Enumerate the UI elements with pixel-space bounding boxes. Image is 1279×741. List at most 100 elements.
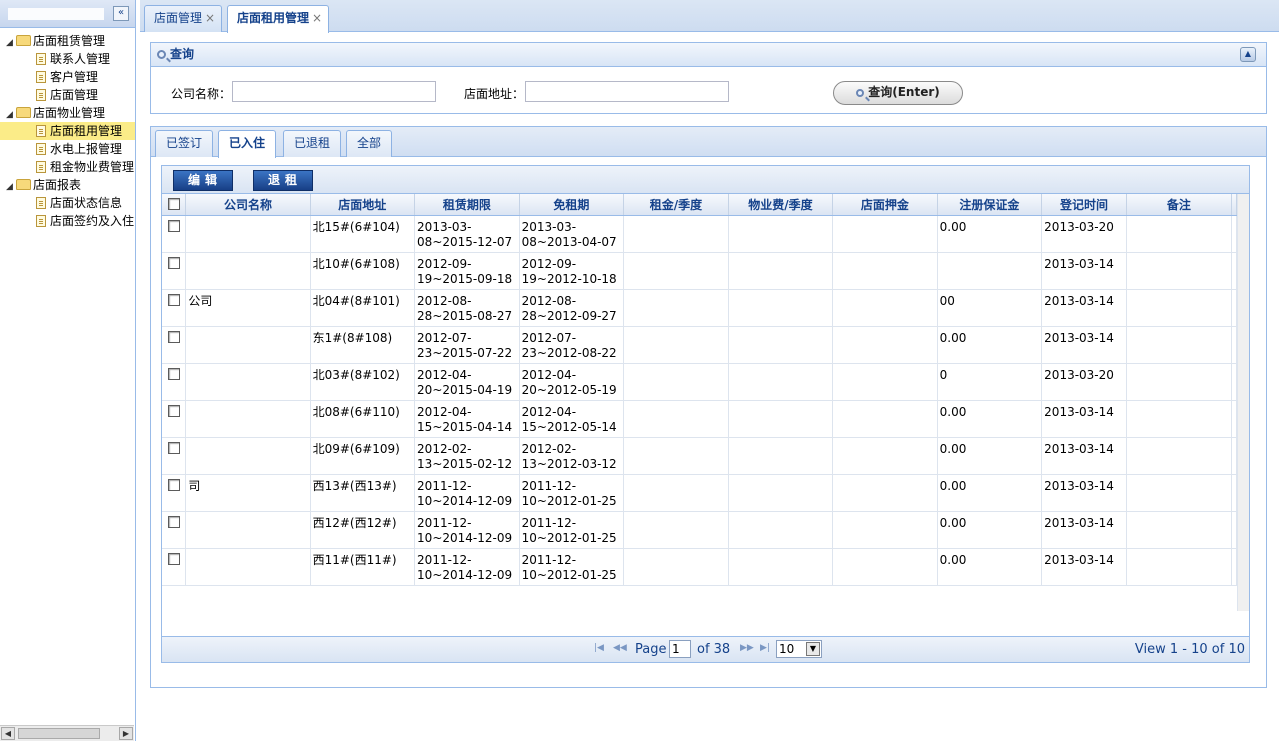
row-checkbox[interactable]: [167, 515, 180, 528]
column-header[interactable]: 备注: [1126, 194, 1233, 216]
collapse-sidebar-button[interactable]: «: [113, 6, 129, 21]
cell-note: [1126, 474, 1233, 512]
first-page-icon[interactable]: |◀: [594, 643, 604, 653]
tree-page-node[interactable]: 店面状态信息: [0, 194, 135, 212]
tab-signed[interactable]: 已签订: [155, 130, 214, 157]
tree-folder-node[interactable]: ◢ 店面报表: [0, 176, 135, 194]
tree-page-node[interactable]: 联系人管理: [0, 50, 135, 68]
column-header[interactable]: 注册保证金: [937, 194, 1043, 216]
company-name-input[interactable]: [232, 81, 436, 102]
row-checkbox[interactable]: [167, 367, 180, 380]
table-row[interactable]: 北10#(6#108) 2012-09-19~2015-09-18 2012-09-…: [162, 252, 1237, 290]
tab-terminated[interactable]: 已退租: [283, 130, 342, 157]
column-header[interactable]: 公司名称: [185, 194, 311, 216]
page-number-input[interactable]: 1: [669, 640, 691, 658]
cell-note: [1126, 400, 1233, 438]
query-title: 查询: [170, 47, 195, 61]
table-row[interactable]: 东1#(8#108) 2012-07-23~2015-07-22 2012-07-2…: [162, 326, 1237, 364]
tab-moved-in[interactable]: 已入住: [218, 130, 277, 158]
chevron-down-icon[interactable]: ▼: [806, 642, 820, 656]
table-row[interactable]: 司西13#(西13#) 2011-12-10~2014-12-09 2011-12-…: [162, 474, 1237, 512]
tab-store-rental-management[interactable]: 店面租用管理 ×: [227, 5, 330, 33]
edit-button[interactable]: 编辑: [173, 170, 233, 191]
cell-free: 2012-04-15~2012-05-14: [519, 400, 625, 438]
table-row[interactable]: 西12#(西12#) 2011-12-10~2014-12-09 2011-12-1…: [162, 511, 1237, 549]
tab-store-management[interactable]: 店面管理 ×: [144, 5, 223, 32]
column-header[interactable]: 免租期: [519, 194, 625, 216]
row-checkbox[interactable]: [167, 552, 180, 565]
tree-page-node[interactable]: 店面签约及入住: [0, 212, 135, 230]
page-label: Page: [635, 642, 667, 657]
nav-tree: ◢ 店面租赁管理 联系人管理 客户管理 店面管理 ◢ 店面物业管理 店面租用管理 水电上报管理租…: [0, 28, 135, 230]
row-select-cell: [162, 363, 187, 401]
row-select-cell: [162, 252, 187, 290]
close-icon[interactable]: ×: [205, 11, 215, 25]
collapse-panel-button[interactable]: ▲: [1240, 47, 1256, 62]
column-header[interactable]: 租金/季度: [623, 194, 729, 216]
cell-reg-deposit: 0.00: [937, 400, 1043, 438]
last-page-icon[interactable]: ▶|: [760, 643, 770, 653]
tab-all[interactable]: 全部: [346, 130, 393, 157]
query-button[interactable]: 查询(Enter): [833, 81, 963, 105]
cell-deposit: [832, 215, 938, 253]
cell-date: 2013-03-20: [1041, 215, 1127, 253]
tree-page-node[interactable]: 店面租用管理: [0, 122, 135, 140]
row-checkbox[interactable]: [167, 219, 180, 232]
column-header[interactable]: 店面押金: [832, 194, 938, 216]
cell-company: [185, 326, 311, 364]
table-row[interactable]: 西11#(西11#) 2011-12-10~2014-12-09 2011-12-1…: [162, 548, 1237, 586]
cell-rent: [623, 400, 729, 438]
cell-address: 西12#(西12#): [310, 511, 416, 549]
page-icon: [36, 71, 46, 83]
row-checkbox[interactable]: [167, 478, 180, 491]
page-size-select[interactable]: 10 ▼: [776, 640, 822, 658]
row-select-cell: [162, 215, 187, 253]
row-checkbox[interactable]: [167, 330, 180, 343]
table-row[interactable]: 公司 北04#(8#101) 2012-08-28~2015-08-27 2012-0…: [162, 289, 1237, 327]
cell-deposit: [832, 511, 938, 549]
cell-lease: 2012-07-23~2015-07-22: [414, 326, 520, 364]
grid-body: 公司名称 店面地址 租赁期限 免租期 租金/季度 物业费/季度 店面押金 注册保证金 登记时间备…: [162, 194, 1237, 586]
column-header[interactable]: 店面地址: [310, 194, 416, 216]
cell-property: [728, 363, 834, 401]
row-checkbox[interactable]: [167, 441, 180, 454]
select-all-checkbox[interactable]: [167, 197, 180, 210]
table-row[interactable]: 北08#(6#110) 2012-04-15~2015-04-14 2012-04-…: [162, 400, 1237, 438]
store-address-input[interactable]: [525, 81, 729, 102]
tree-page-node[interactable]: 店面管理: [0, 86, 135, 104]
cell-free: 2012-04-20~2012-05-19: [519, 363, 625, 401]
close-icon[interactable]: ×: [312, 11, 322, 25]
checkout-button[interactable]: 退租: [253, 170, 313, 191]
row-checkbox[interactable]: [167, 293, 180, 306]
sidebar-horizontal-scrollbar[interactable]: ◀ ▶: [0, 725, 134, 741]
tree-folder-node[interactable]: ◢ 店面租赁管理: [0, 32, 135, 50]
cell-reg-deposit: 0.00: [937, 511, 1043, 549]
column-header[interactable]: 租赁期限: [414, 194, 520, 216]
cell-company: [185, 511, 311, 549]
scroll-left-arrow-icon[interactable]: ◀: [1, 727, 15, 740]
cell-note: [1126, 363, 1233, 401]
next-page-icon[interactable]: ▶▶: [740, 643, 754, 653]
tree-page-node[interactable]: 租金物业费管理: [0, 158, 135, 176]
prev-page-icon[interactable]: ◀◀: [613, 643, 627, 653]
tree-node-label: 店面报表: [33, 178, 82, 192]
cell-company: 公司: [185, 289, 311, 327]
table-row[interactable]: 北03#(8#102) 2012-04-20~2015-04-19 2012-04-…: [162, 363, 1237, 401]
tree-folder-node[interactable]: ◢ 店面物业管理: [0, 104, 135, 122]
row-checkbox[interactable]: [167, 404, 180, 417]
scroll-right-arrow-icon[interactable]: ▶: [119, 727, 133, 740]
table-row[interactable]: 北09#(6#109) 2012-02-13~2015-02-12 2012-02-…: [162, 437, 1237, 475]
scroll-thumb[interactable]: [18, 728, 100, 739]
tree-page-node[interactable]: 水电上报管理: [0, 140, 135, 158]
column-header[interactable]: 物业费/季度: [728, 194, 834, 216]
rental-grid: 编辑 退租 公司名称 店面地址 租赁期限 免租期 租金/季度 物业费/季度 店面押金 注册保证…: [161, 165, 1250, 663]
row-checkbox[interactable]: [167, 256, 180, 269]
cell-deposit: [832, 289, 938, 327]
cell-company: [185, 252, 311, 290]
column-header[interactable]: 登记时间: [1041, 194, 1127, 216]
tree-page-node[interactable]: 客户管理: [0, 68, 135, 86]
table-row[interactable]: 北15#(6#104) 2013-03-08~2015-12-07 2013-03-…: [162, 215, 1237, 253]
grid-toolbar: 编辑 退租: [162, 166, 1249, 194]
cell-date: 2013-03-14: [1041, 437, 1127, 475]
grid-vertical-scrollbar[interactable]: [1237, 194, 1249, 611]
